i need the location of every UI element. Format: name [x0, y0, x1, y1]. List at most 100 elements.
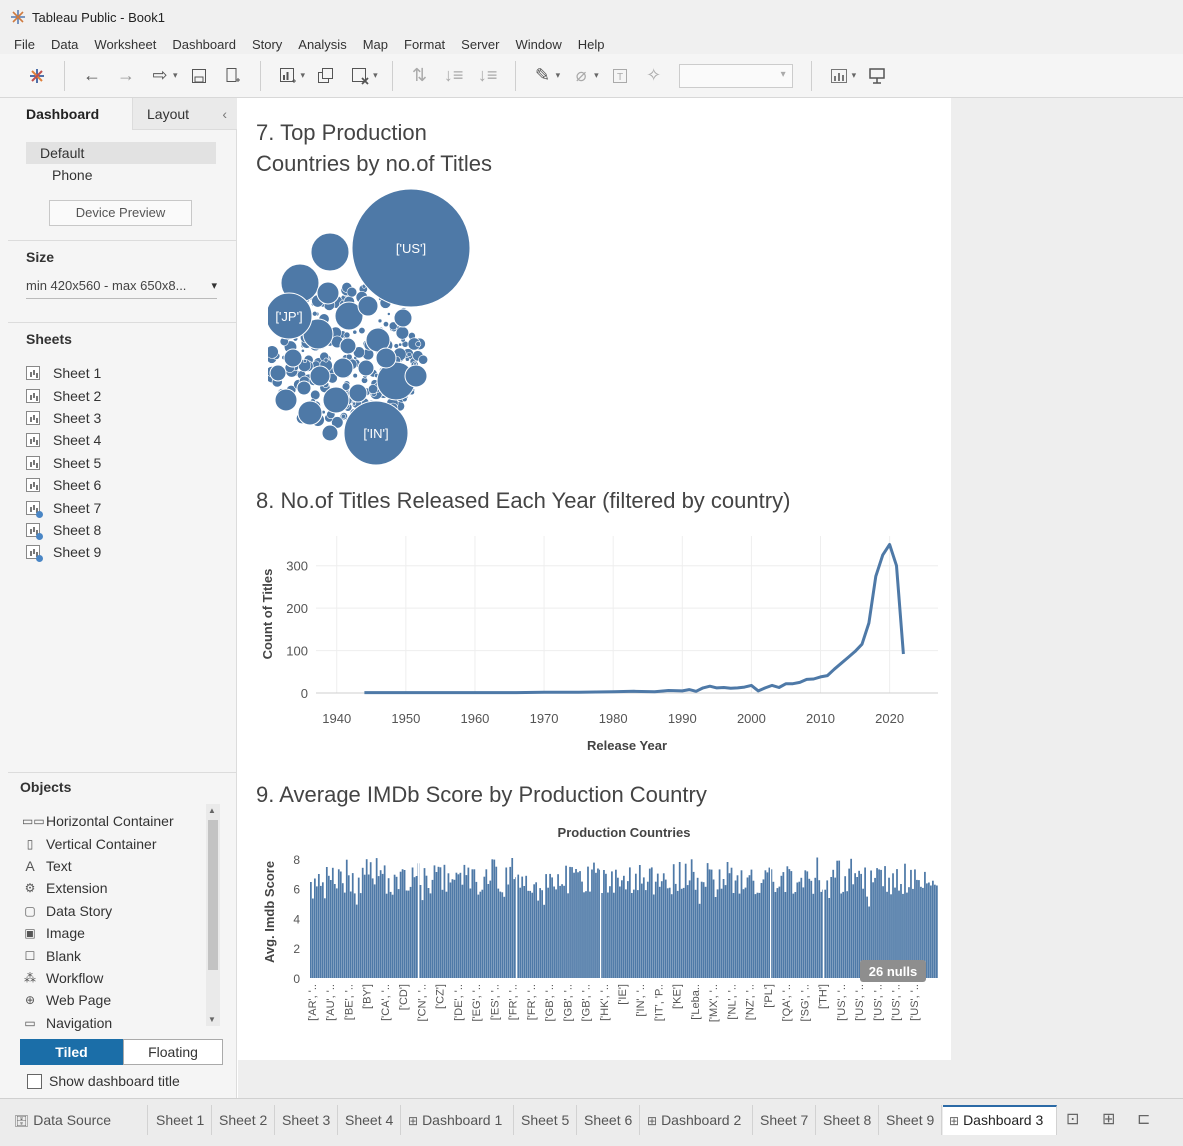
bar-mark[interactable]	[373, 884, 376, 978]
bar-chart[interactable]: Production Countries 0 2 4 6 8 Avg. Imdb Score…	[238, 820, 951, 1054]
bar-mark[interactable]	[425, 875, 428, 978]
bar-mark[interactable]	[413, 877, 416, 978]
bar-mark[interactable]	[407, 890, 410, 978]
objects-scrollbar[interactable]: ▲ ▼	[206, 804, 220, 1026]
bar-mark[interactable]	[630, 893, 633, 978]
bar-mark[interactable]	[355, 904, 358, 978]
bubble-mark[interactable]	[405, 357, 410, 362]
bar-mark[interactable]	[575, 869, 577, 978]
bar-mark[interactable]	[493, 859, 496, 978]
bar-mark[interactable]	[529, 890, 532, 978]
bar-mark[interactable]	[323, 898, 326, 978]
floating-button[interactable]: Floating	[123, 1039, 223, 1065]
tab-sheet-7[interactable]: Sheet 7	[754, 1105, 816, 1135]
pin-axes-icon[interactable]: ✧	[642, 64, 666, 88]
object-vertical-container[interactable]: ▯ Vertical Container	[22, 832, 174, 854]
bar-mark[interactable]	[333, 884, 336, 978]
bar-mark[interactable]	[702, 882, 705, 978]
bar-mark[interactable]	[828, 898, 831, 978]
sheet-list-item[interactable]: Sheet 9	[26, 541, 101, 563]
bubble-mark[interactable]	[346, 286, 358, 298]
bar-mark[interactable]	[930, 885, 932, 979]
bar-mark[interactable]	[399, 871, 402, 978]
bar-mark[interactable]	[611, 871, 613, 978]
bar-mark[interactable]	[593, 862, 595, 978]
sheet-list-item[interactable]: Sheet 1	[26, 362, 101, 384]
bar-mark[interactable]	[832, 869, 835, 978]
bubble-mark[interactable]	[377, 318, 383, 324]
bubble-mark[interactable]	[312, 310, 318, 317]
bar-mark[interactable]	[784, 892, 787, 978]
bar-mark[interactable]	[646, 881, 649, 978]
bar-mark[interactable]	[409, 886, 412, 978]
bar-mark[interactable]	[736, 875, 739, 978]
tableau-home-icon[interactable]	[25, 64, 49, 88]
bubble-mark[interactable]	[283, 348, 303, 368]
bar-mark[interactable]	[587, 866, 589, 978]
size-dropdown[interactable]: min 420x560 - max 650x8...	[26, 277, 217, 299]
scroll-down-icon[interactable]: ▼	[208, 1015, 216, 1024]
bar-mark[interactable]	[724, 885, 727, 978]
menu-map[interactable]: Map	[355, 37, 396, 52]
bar-mark[interactable]	[726, 862, 729, 978]
bar-mark[interactable]	[401, 869, 404, 978]
bar-mark[interactable]	[800, 877, 803, 978]
bar-mark[interactable]	[774, 892, 777, 978]
bar-mark[interactable]	[357, 877, 360, 978]
bar-mark[interactable]	[740, 870, 743, 978]
bar-mark[interactable]	[686, 885, 689, 978]
bar-mark[interactable]	[792, 893, 795, 978]
bar-mark[interactable]	[804, 870, 807, 978]
bar-mark[interactable]	[465, 875, 468, 978]
bubble-mark[interactable]	[310, 232, 350, 272]
bar-mark[interactable]	[331, 867, 334, 978]
bar-mark[interactable]	[714, 897, 717, 978]
bar-mark[interactable]	[379, 870, 382, 978]
chevron-down-icon[interactable]: ▾	[852, 70, 857, 81]
bar-mark[interactable]	[844, 876, 847, 978]
bar-mark[interactable]	[557, 874, 559, 978]
bubble-mark[interactable]	[352, 329, 358, 335]
bar-mark[interactable]	[666, 888, 669, 978]
object-workflow[interactable]: ⁂ Workflow	[22, 967, 174, 989]
bar-mark[interactable]	[353, 893, 356, 978]
bar-mark[interactable]	[932, 880, 934, 978]
bar-mark[interactable]	[758, 892, 761, 978]
bar-mark[interactable]	[842, 891, 845, 978]
bubble-mark[interactable]	[368, 384, 379, 395]
bar-mark[interactable]	[537, 900, 540, 978]
bar-mark[interactable]	[310, 882, 312, 978]
bar-mark[interactable]	[718, 869, 721, 978]
bar-mark[interactable]	[824, 889, 827, 978]
bar-mark[interactable]	[501, 892, 504, 978]
line-chart[interactable]: 1940 1950 1960 1970 1980 1990 2000 2010 2020 0 100…	[238, 526, 951, 766]
bar-mark[interactable]	[497, 888, 500, 978]
bar-mark[interactable]	[345, 859, 348, 978]
bar-mark[interactable]	[549, 873, 551, 978]
bar-mark[interactable]	[327, 875, 330, 978]
bar-mark[interactable]	[555, 889, 557, 978]
bar-mark[interactable]	[471, 869, 474, 978]
bar-mark[interactable]	[421, 900, 424, 978]
bar-mark[interactable]	[505, 867, 508, 979]
bar-mark[interactable]	[706, 863, 709, 978]
bar-mark[interactable]	[359, 893, 362, 978]
bar-mark[interactable]	[513, 879, 516, 978]
bar-mark[interactable]	[786, 866, 789, 978]
menu-story[interactable]: Story	[244, 37, 290, 52]
bubble-mark[interactable]	[406, 351, 412, 357]
bubble-mark[interactable]	[352, 373, 358, 379]
bar-mark[interactable]	[744, 887, 747, 978]
bar-mark[interactable]	[632, 889, 635, 978]
bar-mark[interactable]	[459, 872, 462, 978]
bar-mark[interactable]	[385, 893, 388, 978]
bar-mark[interactable]	[381, 873, 384, 978]
chevron-down-icon[interactable]: ▾	[556, 70, 561, 81]
bar-mark[interactable]	[423, 868, 426, 978]
pause-updates-icon[interactable]: ⇨	[148, 64, 172, 88]
bar-mark[interactable]	[313, 878, 316, 979]
bar-mark[interactable]	[788, 869, 791, 978]
bar-mark[interactable]	[581, 881, 583, 978]
bar-mark[interactable]	[589, 891, 591, 978]
bar-mark[interactable]	[317, 874, 320, 978]
